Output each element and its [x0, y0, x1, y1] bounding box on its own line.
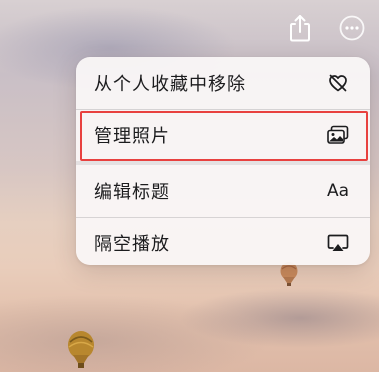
share-icon — [290, 15, 310, 42]
menu-item-label: 编辑标题 — [94, 182, 170, 203]
menu-item-label: 从个人收藏中移除 — [94, 74, 246, 95]
more-icon — [339, 15, 365, 41]
menu-item-label: 管理照片 — [94, 126, 170, 147]
hot-air-balloon-image — [68, 331, 94, 368]
text-aa-icon: Aa — [326, 181, 350, 201]
menu-item-remove-from-favorites[interactable]: 从个人收藏中移除 — [76, 57, 370, 109]
menu-item-airplay[interactable]: 隔空播放 — [76, 217, 370, 269]
menu-item-label: 隔空播放 — [94, 234, 170, 255]
menu-item-edit-caption[interactable]: 编辑标题 Aa — [76, 165, 370, 217]
context-menu: 从个人收藏中移除 管理照片 编辑标题 Aa 隔空播放 — [76, 57, 370, 265]
more-button[interactable] — [336, 12, 368, 44]
photos-stack-icon — [326, 123, 350, 147]
airplay-icon — [326, 231, 350, 255]
share-button[interactable] — [284, 12, 316, 44]
menu-item-manage-photos[interactable]: 管理照片 — [76, 109, 370, 161]
heart-slash-icon — [326, 71, 350, 95]
